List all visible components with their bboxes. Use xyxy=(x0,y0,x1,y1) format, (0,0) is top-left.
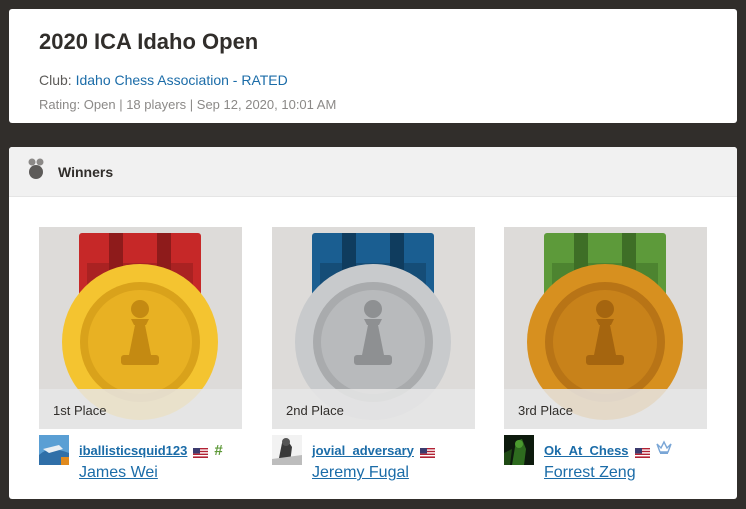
crown-icon xyxy=(655,440,672,460)
club-link[interactable]: Idaho Chess Association - RATED xyxy=(76,72,288,88)
username-line: jovial_adversary xyxy=(312,441,435,459)
real-name[interactable]: James Wei xyxy=(79,463,223,483)
winner-slot-first: 1st Place iballisticsquid123 # James Wei xyxy=(39,227,242,483)
avatar[interactable] xyxy=(272,435,302,465)
winners-header: Winners xyxy=(9,147,737,197)
silver-medal-image: 2nd Place xyxy=(272,227,475,429)
username-link[interactable]: jovial_adversary xyxy=(312,443,414,458)
player-row: iballisticsquid123 # James Wei xyxy=(39,435,242,483)
username-line: iballisticsquid123 # xyxy=(79,441,223,459)
username-link[interactable]: Ok_At_Chess xyxy=(544,443,629,458)
player-info: jovial_adversary Jeremy Fugal xyxy=(312,435,435,483)
us-flag-icon xyxy=(634,445,650,458)
username-link[interactable]: iballisticsquid123 xyxy=(79,443,187,458)
us-flag-icon xyxy=(193,445,209,458)
winners-card: Winners 1st Place iballisticsquid123 # J… xyxy=(9,147,737,499)
real-name[interactable]: Jeremy Fugal xyxy=(312,463,435,483)
gold-medal-image: 1st Place xyxy=(39,227,242,429)
place-label: 3rd Place xyxy=(504,389,707,429)
avatar[interactable] xyxy=(504,435,534,465)
club-label: Club: xyxy=(39,72,76,88)
tournament-meta: Rating: Open | 18 players | Sep 12, 2020… xyxy=(39,97,337,112)
player-row: Ok_At_Chess Forrest Zeng xyxy=(504,435,707,483)
place-label: 2nd Place xyxy=(272,389,475,429)
avatar[interactable] xyxy=(39,435,69,465)
tournament-header-card: 2020 ICA Idaho Open Club: Idaho Chess As… xyxy=(9,9,737,123)
winner-slot-third: 3rd Place Ok_At_Chess Forrest Zeng xyxy=(504,227,707,483)
hash-icon: # xyxy=(214,441,223,459)
us-flag-icon xyxy=(419,445,435,458)
podium: 1st Place iballisticsquid123 # James Wei… xyxy=(9,227,737,487)
winners-heading: Winners xyxy=(58,163,114,180)
bronze-medal-image: 3rd Place xyxy=(504,227,707,429)
place-label: 1st Place xyxy=(39,389,242,429)
real-name[interactable]: Forrest Zeng xyxy=(544,463,672,483)
club-line: Club: Idaho Chess Association - RATED xyxy=(39,71,707,89)
player-info: Ok_At_Chess Forrest Zeng xyxy=(544,435,672,483)
medal-icon xyxy=(27,158,45,185)
player-info: iballisticsquid123 # James Wei xyxy=(79,435,223,483)
page-title: 2020 ICA Idaho Open xyxy=(39,29,259,54)
player-row: jovial_adversary Jeremy Fugal xyxy=(272,435,475,483)
username-line: Ok_At_Chess xyxy=(544,440,672,460)
winner-slot-second: 2nd Place jovial_adversary Jeremy Fugal xyxy=(272,227,475,483)
